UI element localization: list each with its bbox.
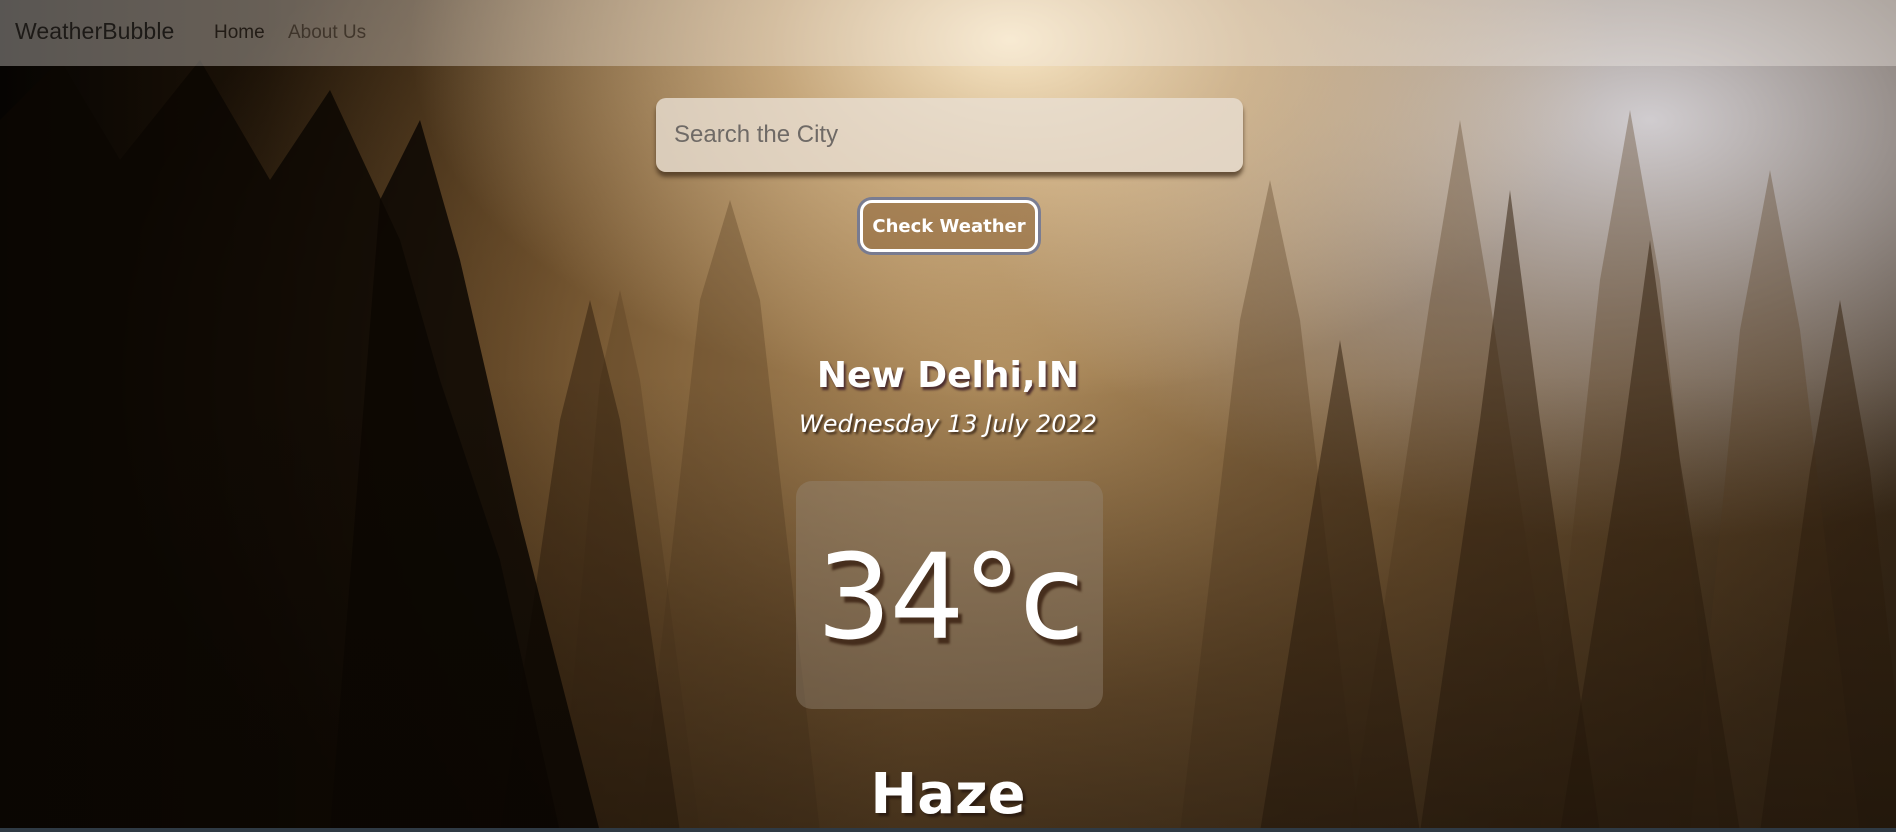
temperature-card: 34°c [796, 481, 1103, 709]
city-name: New Delhi,IN [816, 355, 1080, 396]
check-weather-button[interactable]: Check Weather [860, 200, 1038, 252]
search-city-input[interactable] [656, 98, 1243, 172]
current-date: Wednesday 13 July 2022 [798, 410, 1098, 438]
window-bottom-border [0, 828, 1896, 832]
temperature-value: 34°c [816, 528, 1084, 666]
weather-condition: Haze [870, 762, 1026, 827]
nav-link-about-us[interactable]: About Us [288, 22, 366, 44]
brand-logo[interactable]: WeatherBubble [15, 18, 174, 45]
navbar: WeatherBubble Home About Us [0, 0, 1896, 66]
nav-link-home[interactable]: Home [214, 22, 265, 44]
